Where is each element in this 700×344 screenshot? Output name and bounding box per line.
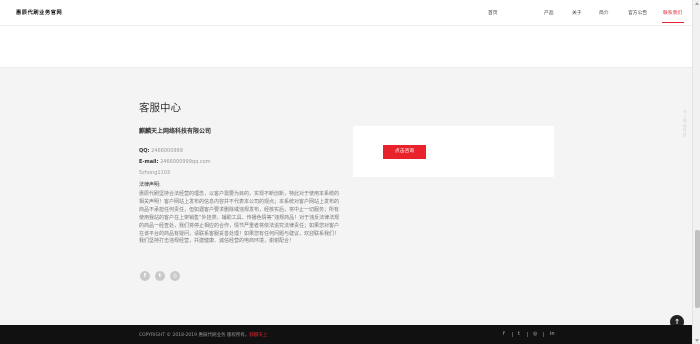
nav-announcements[interactable]: 官方公告 — [628, 9, 647, 16]
site-footer: COPYRIGHT © 2018-2019 惠辰代刷业务 版权所有。麒麟天上 f… — [0, 325, 692, 344]
consult-button[interactable]: 点击咨询 — [383, 145, 426, 159]
nav-about[interactable]: 关于 — [572, 9, 582, 16]
email-label: E-mail: — [139, 159, 159, 165]
footer-divider — [512, 332, 513, 337]
footer-divider — [543, 332, 544, 337]
upper-band — [0, 26, 692, 68]
law-title: 法律声明: — [139, 182, 161, 188]
copyright-prefix: COPYRIGHT © 2018-2019 惠辰代刷业务 版权所有。 — [139, 333, 250, 338]
footer-facebook-icon[interactable]: f — [503, 331, 505, 337]
side-vertical-text: 天上网络科技 — [683, 110, 688, 137]
footer-linkedin-icon[interactable]: in — [550, 331, 555, 337]
qq-value[interactable]: 2466000999 — [151, 148, 183, 154]
section-title: 客服中心 — [139, 102, 181, 114]
scroll-up-icon[interactable] — [695, 2, 699, 5]
email-line: E-mail: 2466000999qq.com — [139, 159, 211, 165]
scroll-down-icon[interactable] — [695, 339, 699, 342]
legal-statement: 惠辰代刷坚持合法经营的理念，以客户需要为目的，实现不断创新，特此对于使用本系统的… — [139, 191, 340, 245]
nav-contact[interactable]: 联系我们 — [663, 9, 682, 16]
nav-products[interactable]: 产品 — [544, 9, 554, 16]
scroll-thumb[interactable] — [694, 230, 700, 308]
footer-twitter-icon[interactable]: t — [518, 331, 520, 337]
nav-active-indicator — [662, 22, 684, 23]
twitter-icon[interactable]: t — [155, 271, 165, 281]
footer-instagram-icon[interactable]: ◎ — [533, 331, 537, 337]
facebook-icon[interactable]: f — [140, 271, 150, 281]
nav-home[interactable]: 首页 — [488, 9, 498, 16]
qq-label: QQ: — [139, 148, 150, 154]
footer-divider — [527, 332, 528, 337]
nav-intro[interactable]: 简介 — [599, 9, 609, 16]
copyright-text: COPYRIGHT © 2018-2019 惠辰代刷业务 版权所有。麒麟天上 — [139, 332, 267, 338]
site-logo[interactable]: 惠辰代刷业务官网 — [16, 9, 62, 16]
qq-line: QQ: 2466000999 — [139, 148, 183, 154]
vertical-scrollbar[interactable] — [692, 0, 700, 344]
copyright-link[interactable]: 麒麟天上 — [249, 333, 267, 338]
wechat-value: 5zhong1103 — [139, 170, 171, 176]
site-header: 惠辰代刷业务官网 首页 产品 关于 简介 官方公告 联系我们 — [0, 0, 692, 26]
email-value[interactable]: 2466000999qq.com — [160, 159, 210, 165]
company-name: 麒麟天上网络科技有限公司 — [139, 128, 212, 135]
instagram-icon[interactable]: ◎ — [170, 271, 180, 281]
wechat-line: 5zhong1103 — [139, 170, 170, 176]
